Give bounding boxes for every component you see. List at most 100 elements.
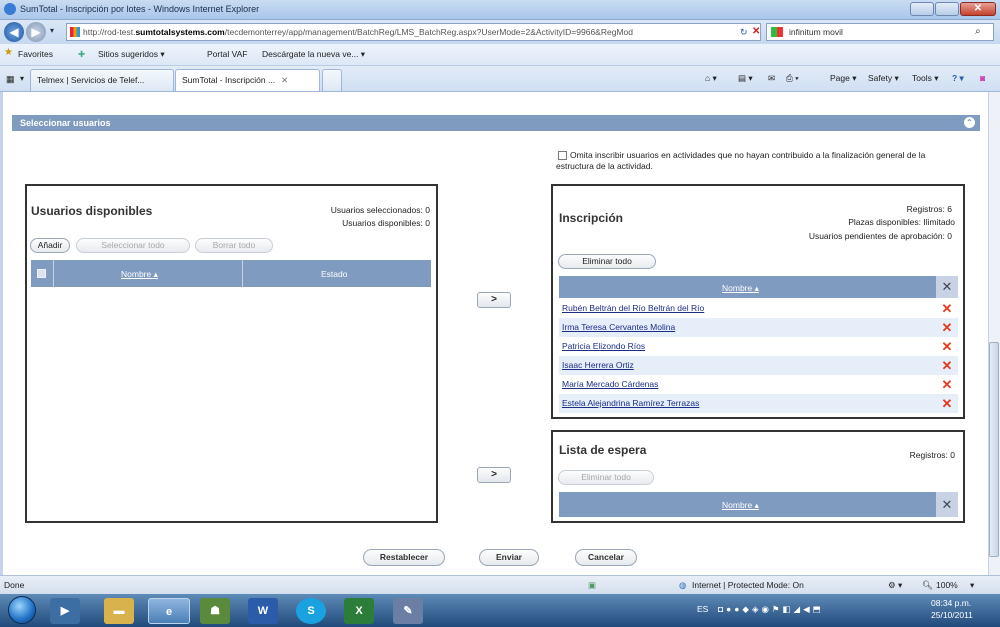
file-explorer-icon[interactable]: ▬ xyxy=(104,598,134,624)
clear-all-button[interactable]: Borrar todo xyxy=(195,238,273,253)
remove-user-icon[interactable]: ✕ xyxy=(941,359,953,372)
available-users-panel xyxy=(25,184,438,523)
history-dropdown-icon[interactable]: ▾ xyxy=(50,26,54,35)
safety-menu[interactable]: Safety ▾ xyxy=(868,73,899,84)
select-all-button[interactable]: Seleccionar todo xyxy=(76,238,190,253)
waitlist-remove-icon[interactable]: ✕ xyxy=(936,492,958,517)
reset-button[interactable]: Restablecer xyxy=(363,549,445,566)
enrolled-user-link[interactable]: Isaac Herrera Ortiz xyxy=(562,360,634,370)
name-column-header[interactable]: Nombre ▴ xyxy=(121,269,158,280)
language-indicator[interactable]: ES xyxy=(697,604,708,614)
favorites-button[interactable]: Favorites xyxy=(18,49,53,59)
address-row: ◀ ▶ ▾ http://rod-test.sumtotalsystems.co… xyxy=(0,20,1000,44)
fav-item-download[interactable]: Descárgate la nueva ve... ▾ xyxy=(262,49,365,60)
enrolled-user-link[interactable]: María Mercado Cárdenas xyxy=(562,379,658,389)
move-to-enrollment-button[interactable]: > xyxy=(477,292,511,308)
internet-explorer-icon[interactable]: e xyxy=(148,598,190,624)
tray-icons[interactable]: ◘●●◆◈◉⚑◧◢◀⬒ xyxy=(718,604,824,615)
column-divider xyxy=(242,260,243,287)
tab-close-icon[interactable]: ✕ xyxy=(281,75,288,85)
zoom-dropdown-icon[interactable]: ▾ xyxy=(970,580,974,591)
column-divider xyxy=(53,260,54,287)
enrolled-user-link[interactable]: Rubén Beltrán del Río Beltrán del Río xyxy=(562,303,704,313)
tab-telmex[interactable]: Telmex | Servicios de Telef... xyxy=(30,69,174,91)
enrollment-pending: Usuarios pendientes de aprobación: 0 xyxy=(808,231,952,241)
move-to-waitlist-button[interactable]: > xyxy=(477,467,511,483)
status-text: Done xyxy=(4,580,25,590)
scrollbar-thumb[interactable] xyxy=(989,342,999,557)
tools-menu[interactable]: Tools ▾ xyxy=(912,73,938,84)
start-button[interactable] xyxy=(8,596,36,624)
search-icon[interactable]: ⌕ xyxy=(975,24,981,40)
tab-label: SumTotal - Inscripción ... xyxy=(182,75,276,85)
omit-checkbox-label: Omita inscribir usuarios en actividades … xyxy=(556,150,926,171)
print-icon[interactable]: ⎙ ▾ xyxy=(786,73,799,84)
waitlist-name-column-header[interactable]: Nombre ▴ xyxy=(722,500,759,511)
remove-user-icon[interactable]: ✕ xyxy=(941,397,953,410)
add-favorite-icon[interactable]: ✚ xyxy=(78,49,85,60)
feeds-icon[interactable]: ▤ ▾ xyxy=(738,73,753,84)
status-bar: Done ▣ ◍ Internet | Protected Mode: On ⚙… xyxy=(0,575,1000,594)
fav-item-suggested[interactable]: Sitios sugeridos ▾ xyxy=(98,49,165,60)
send-button[interactable]: Enviar xyxy=(479,549,539,566)
collapse-icon[interactable]: ⌃ xyxy=(964,117,975,128)
enrolled-user-link[interactable]: Irma Teresa Cervantes Molina xyxy=(562,322,675,332)
zoom-level[interactable]: 100% xyxy=(936,580,958,590)
remove-user-icon[interactable]: ✕ xyxy=(941,378,953,391)
users-available-count: Usuarios disponibles: 0 xyxy=(342,218,430,228)
address-bar[interactable]: http://rod-test.sumtotalsystems.com/tecd… xyxy=(66,23,761,41)
protected-mode-icon[interactable]: ⚙ ▾ xyxy=(888,580,902,591)
enrollment-name-column-header[interactable]: Nombre ▴ xyxy=(722,283,759,294)
cancel-button[interactable]: Cancelar xyxy=(575,549,637,566)
excel-icon[interactable]: X xyxy=(344,598,374,624)
tab-row: ▦ ▾ Telmex | Servicios de Telef... SumTo… xyxy=(0,66,1000,92)
back-button[interactable]: ◀ xyxy=(4,22,24,42)
maximize-button[interactable] xyxy=(935,2,959,16)
enrollment-row: Irma Teresa Cervantes Molina ✕ xyxy=(559,318,958,337)
home-icon[interactable]: ⌂ ▾ xyxy=(705,73,717,84)
site-favicon-icon xyxy=(70,27,80,37)
enrolled-user-link[interactable]: Estela Alejandrina Ramírez Terrazas xyxy=(562,398,699,408)
enrollment-remove-all-button[interactable]: Eliminar todo xyxy=(558,254,656,269)
remove-user-icon[interactable]: ✕ xyxy=(941,321,953,334)
page-menu[interactable]: Page ▾ xyxy=(830,73,856,84)
remove-user-icon[interactable]: ✕ xyxy=(941,302,953,315)
network-app-icon[interactable]: ☗ xyxy=(200,598,230,624)
select-all-checkbox[interactable] xyxy=(37,269,46,278)
ie-logo-icon xyxy=(4,3,16,15)
waitlist-title: Lista de espera xyxy=(559,443,647,457)
forward-button[interactable]: ▶ xyxy=(26,22,46,42)
add-button[interactable]: Añadir xyxy=(30,238,70,253)
remove-all-icon[interactable]: ✕ xyxy=(936,276,958,298)
research-icon[interactable]: ◙ xyxy=(980,73,985,83)
new-tab-button[interactable] xyxy=(322,69,342,91)
remove-user-icon[interactable]: ✕ xyxy=(941,340,953,353)
refresh-icon[interactable]: ↻ xyxy=(740,27,748,38)
enrollment-title: Inscripción xyxy=(559,211,624,225)
fav-item-portal-vaf[interactable]: Portal VAF xyxy=(207,49,247,59)
tab-list-icon[interactable]: ▾ xyxy=(20,74,24,83)
mail-icon[interactable]: ✉ xyxy=(768,73,775,84)
waitlist-remove-all-button[interactable]: Eliminar todo xyxy=(558,470,654,485)
quick-tabs-icon[interactable]: ▦ xyxy=(6,74,15,85)
enrollment-table-header: Nombre ▴ ✕ xyxy=(559,276,958,298)
tab-sumtotal[interactable]: SumTotal - Inscripción ... ✕ xyxy=(175,69,320,91)
media-player-icon[interactable]: ▶ xyxy=(50,598,80,624)
skype-icon[interactable]: S xyxy=(296,598,326,624)
enrollment-seats: Plazas disponibles: Ilimitado xyxy=(848,217,955,227)
enrolled-user-link[interactable]: Patricia Elizondo Ríos xyxy=(562,341,645,351)
favorites-star-icon[interactable]: ★ xyxy=(4,47,13,58)
waitlist-table-header: Nombre ▴ ✕ xyxy=(559,492,958,517)
word-icon[interactable]: W xyxy=(248,598,278,624)
security-zone[interactable]: Internet | Protected Mode: On xyxy=(692,580,804,590)
clock-time[interactable]: 08:34 p.m. xyxy=(931,598,971,608)
help-icon[interactable]: ? ▾ xyxy=(952,73,964,84)
search-input[interactable]: infinitum movil ⌕ xyxy=(766,23,994,41)
url-prefix: http://rod-test. xyxy=(83,27,136,37)
stop-icon[interactable]: ✕ xyxy=(752,26,760,37)
minimize-button[interactable] xyxy=(910,2,934,16)
close-button[interactable]: ✕ xyxy=(960,2,996,16)
paint-icon[interactable]: ✎ xyxy=(393,598,423,624)
search-provider-icon xyxy=(771,27,783,37)
clock-date[interactable]: 25/10/2011 xyxy=(931,610,973,620)
